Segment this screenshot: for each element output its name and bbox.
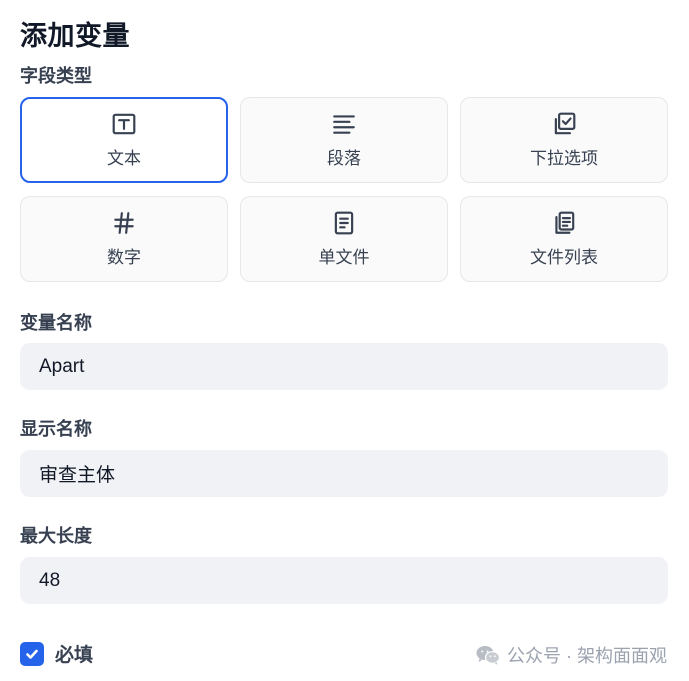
field-type-grid: 文本 段落 下拉选项 数字 单文件 文件列表 bbox=[20, 97, 668, 282]
field-type-option-label: 数字 bbox=[107, 248, 141, 267]
file-list-icon bbox=[551, 210, 577, 236]
field-type-option-label: 单文件 bbox=[318, 248, 370, 267]
hash-icon bbox=[111, 210, 137, 236]
checkmark-icon bbox=[26, 649, 38, 659]
required-option: 必填 bbox=[20, 640, 93, 667]
field-type-option-select[interactable]: 下拉选项 bbox=[460, 97, 668, 183]
display-name-input[interactable] bbox=[20, 450, 668, 497]
field-type-option-paragraph[interactable]: 段落 bbox=[240, 97, 448, 183]
watermark: 公众号 · 架构面面观 bbox=[475, 642, 667, 668]
variable-name-label: 变量名称 bbox=[20, 313, 92, 333]
field-type-option-label: 文件列表 bbox=[530, 248, 598, 267]
field-type-option-number[interactable]: 数字 bbox=[20, 196, 228, 282]
paragraph-lines-icon bbox=[331, 111, 357, 137]
field-type-option-label: 文本 bbox=[107, 149, 141, 168]
field-type-label: 字段类型 bbox=[20, 66, 92, 86]
select-options-icon bbox=[551, 111, 577, 137]
watermark-text: 公众号 · 架构面面观 bbox=[507, 646, 667, 666]
dialog-title: 添加变量 bbox=[20, 21, 130, 51]
text-box-icon bbox=[111, 111, 137, 137]
wechat-icon bbox=[475, 644, 501, 666]
required-checkbox[interactable] bbox=[20, 641, 44, 666]
display-name-label: 显示名称 bbox=[20, 419, 92, 439]
field-type-option-text[interactable]: 文本 bbox=[20, 97, 228, 183]
max-length-input[interactable] bbox=[20, 557, 668, 604]
field-type-option-single-file[interactable]: 单文件 bbox=[240, 196, 448, 282]
field-type-option-file-list[interactable]: 文件列表 bbox=[460, 196, 668, 282]
required-label: 必填 bbox=[55, 645, 94, 666]
file-icon bbox=[331, 210, 357, 236]
variable-name-input[interactable] bbox=[20, 343, 668, 390]
field-type-option-label: 段落 bbox=[327, 149, 361, 168]
max-length-label: 最大长度 bbox=[20, 526, 92, 546]
field-type-option-label: 下拉选项 bbox=[530, 149, 598, 168]
